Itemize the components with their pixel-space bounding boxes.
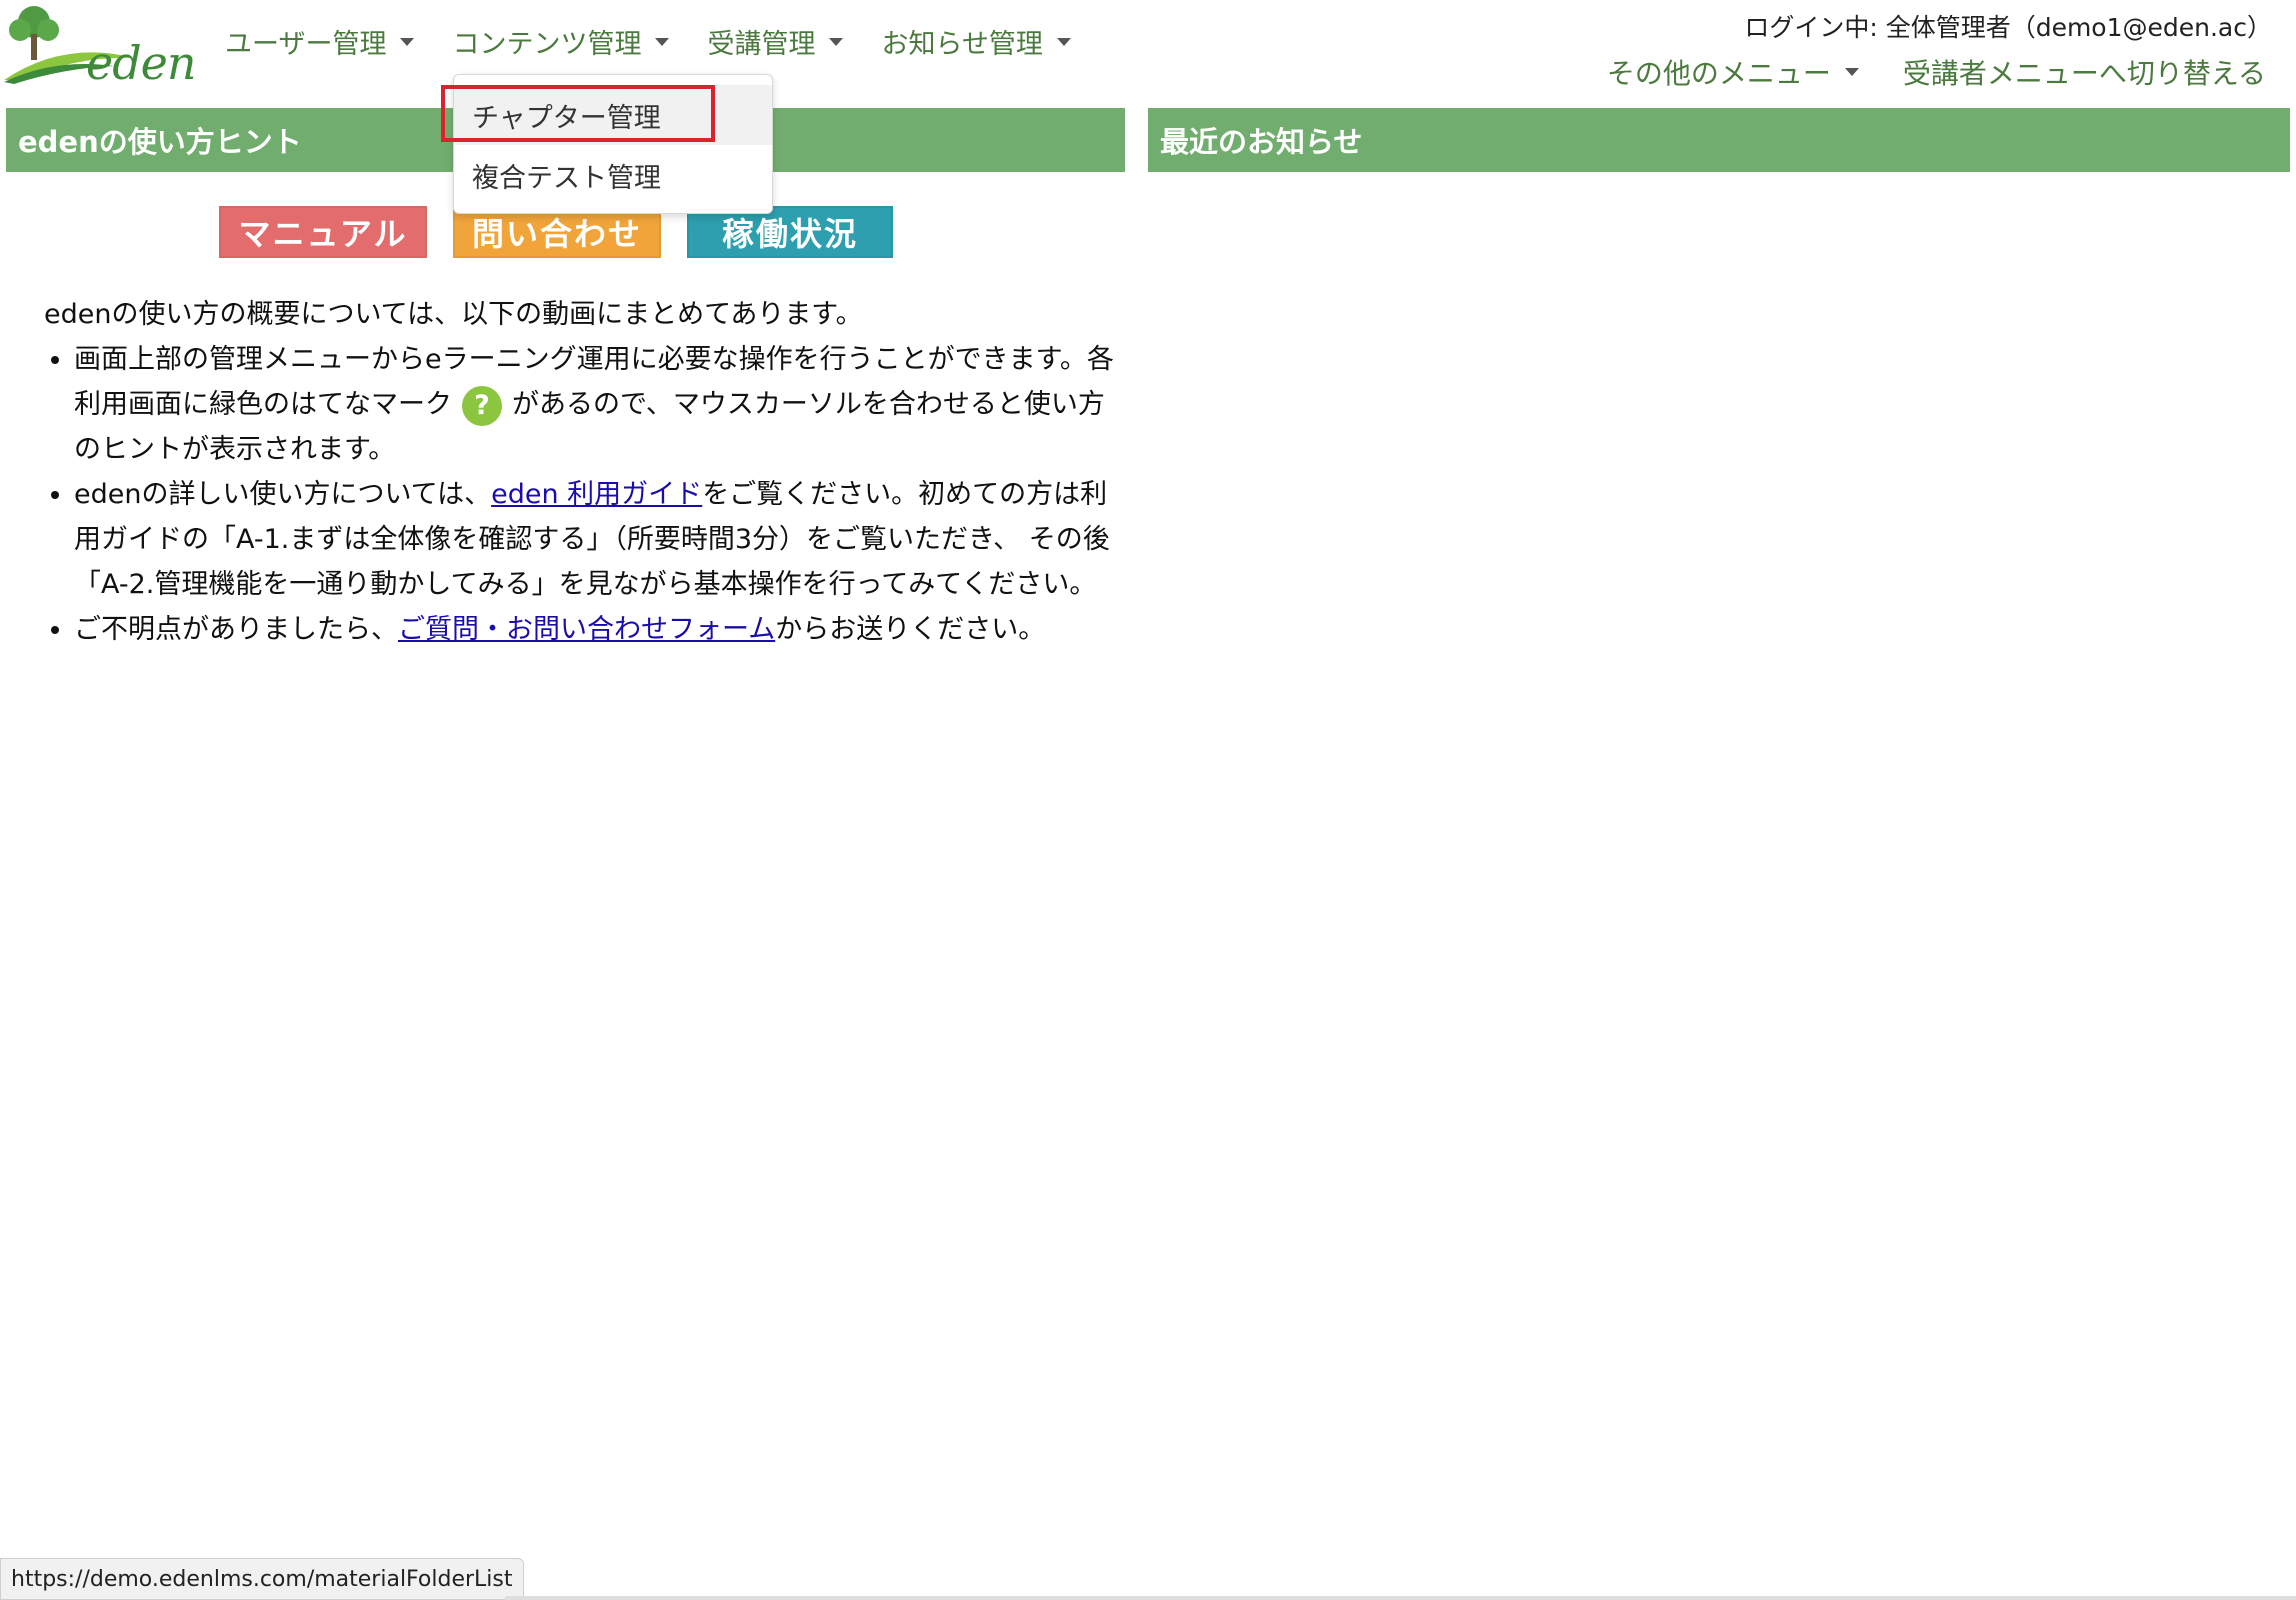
nav-other-menu[interactable]: その他のメニュー [1607,52,1859,92]
right-menu: その他のメニュー 受講者メニューへ切り替える [1607,52,2266,92]
status-button-label: 稼働状況 [721,215,858,253]
caret-down-icon [829,37,844,46]
bullet2-text-part1: edenの詳しい使い方については、 [74,479,492,510]
nav-course-management-label: 受講管理 [707,29,816,60]
main-nav: ユーザー管理 コンテンツ管理 受講管理 お知らせ管理 [225,22,1109,61]
manual-button[interactable]: マニュアル [219,206,427,258]
bullet3-text-part1: ご不明点がありましたら、 [74,614,398,645]
hints-content: edenの使い方の概要については、以下の動画にまとめてあります。 画面上部の管理… [44,292,1124,652]
list-item: ご不明点がありましたら、ご質問・お問い合わせフォームからお送りください。 [74,607,1124,652]
switch-to-learner-link[interactable]: 受講者メニューへ切り替える [1903,52,2266,92]
nav-user-management[interactable]: ユーザー管理 [225,22,415,61]
contact-button-label: 問い合わせ [471,215,642,253]
menu-item-composite-test-management[interactable]: 複合テスト管理 [454,145,772,205]
nav-other-menu-label: その他のメニュー [1606,57,1831,90]
page: eden ユーザー管理 コンテンツ管理 受講管理 お知らせ管理 ログイン中: 全… [0,0,2296,1600]
login-info: ログイン中: 全体管理者（demo1@eden.ac） [1744,13,2272,42]
list-item: edenの詳しい使い方については、eden 利用ガイドをご覧ください。初めての方… [74,472,1124,607]
manual-button-label: マニュアル [238,215,408,253]
highlight-annotation-box [441,85,715,142]
nav-notice-management-label: お知らせ管理 [881,29,1043,60]
bottom-divider [505,1596,2296,1600]
caret-down-icon [1844,68,1859,76]
caret-down-icon [400,37,415,46]
status-bar-url: https://demo.edenlms.com/materialFolderL… [0,1558,524,1600]
eden-logo[interactable]: eden [4,0,197,90]
hints-list: 画面上部の管理メニューからeラーニング運用に必要な操作を行うことができます。各利… [60,337,1124,652]
notices-panel-title: 最近のお知らせ [1160,125,1363,159]
help-question-icon: ? [462,385,502,426]
user-guide-link[interactable]: eden 利用ガイド [491,479,702,510]
nav-content-management[interactable]: コンテンツ管理 [452,22,670,61]
hints-panel-title: edenの使い方ヒント [18,125,302,159]
logo-text: eden [86,36,197,90]
nav-user-management-label: ユーザー管理 [225,29,387,60]
caret-down-icon [655,37,670,46]
notices-panel-header: 最近のお知らせ [1148,108,2290,172]
nav-notice-management[interactable]: お知らせ管理 [881,22,1071,61]
list-item: 画面上部の管理メニューからeラーニング運用に必要な操作を行うことができます。各利… [74,337,1124,472]
nav-content-management-label: コンテンツ管理 [452,29,642,60]
switch-to-learner-label: 受講者メニューへ切り替える [1902,57,2266,90]
caret-down-icon [1056,37,1071,46]
nav-course-management[interactable]: 受講管理 [707,22,844,61]
hints-intro: edenの使い方の概要については、以下の動画にまとめてあります。 [44,299,863,330]
bullet3-text-part2: からお送りください。 [775,614,1046,645]
menu-item-composite-test-management-label: 複合テスト管理 [472,162,661,194]
inquiry-form-link[interactable]: ご質問・お問い合わせフォーム [398,614,775,645]
